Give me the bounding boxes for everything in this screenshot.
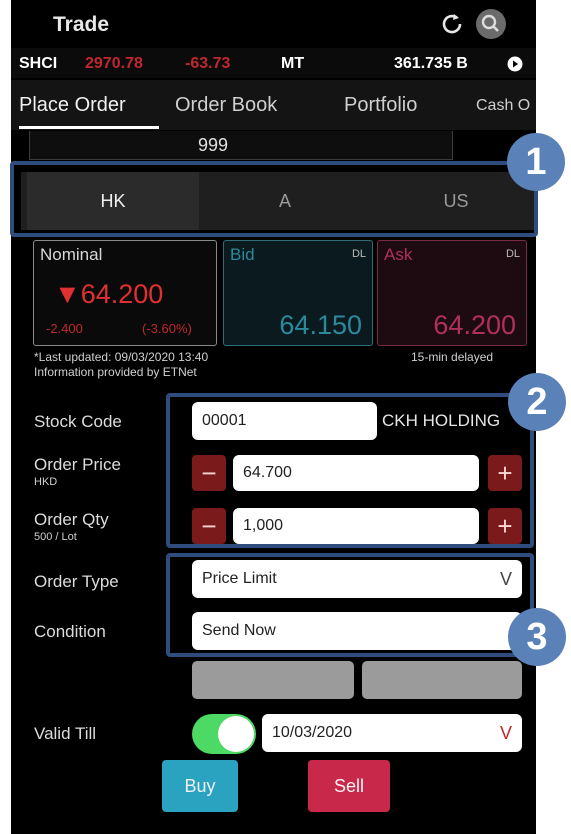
ticker-index: 2970.78	[85, 55, 143, 72]
bid-dl: DL	[351, 248, 366, 260]
callout-badge-3: 3	[508, 608, 566, 666]
delay-notice: 15-min delayed	[411, 350, 494, 364]
tab-cash[interactable]: Cash O	[476, 97, 530, 115]
order-type-label: Order Type	[34, 572, 119, 591]
ask-dl: DL	[505, 248, 520, 260]
chevron-down-icon: V	[499, 722, 512, 743]
callout-badge-1: 1	[507, 133, 565, 191]
order-qty-label: Order Qty	[34, 510, 109, 529]
bid-card: Bid DL 64.150	[223, 240, 373, 346]
play-icon[interactable]	[507, 56, 523, 72]
tab-bar: Place Order Order Book Portfolio Cash O	[11, 80, 536, 130]
callout-box-2	[166, 393, 534, 548]
code-bar-value: 999	[198, 135, 229, 155]
bid-label: Bid	[230, 245, 255, 264]
blank-button-left[interactable]	[192, 661, 354, 699]
tab-place-order[interactable]: Place Order	[19, 94, 126, 117]
order-qty-lot: 500 / Lot	[34, 531, 77, 543]
callout-box-3	[166, 553, 534, 657]
stock-code-label: Stock Code	[34, 412, 122, 431]
nominal-label: Nominal	[40, 245, 103, 264]
app-title: Trade	[53, 13, 110, 36]
ask-label: Ask	[384, 245, 413, 264]
index-ticker: SHCI 2970.78 -63.73 MT 361.735 B	[11, 48, 536, 78]
code-bar[interactable]: 999	[29, 131, 453, 160]
valid-till-value: 10/03/2020	[272, 724, 353, 741]
valid-till-toggle[interactable]	[192, 714, 256, 754]
valid-till-select[interactable]: 10/03/2020 V	[262, 714, 522, 752]
last-updated: *Last updated: 09/03/2020 13:40	[34, 350, 209, 364]
nominal-value: ▼64.200	[54, 279, 164, 309]
blank-button-right[interactable]	[362, 661, 522, 699]
search-icon	[481, 14, 499, 32]
toggle-knob	[218, 716, 254, 752]
nominal-card: Nominal ▼64.200 -2.400 (-3.60%)	[33, 240, 217, 346]
tab-order-book[interactable]: Order Book	[175, 94, 277, 117]
buy-button[interactable]: Buy	[162, 760, 238, 812]
valid-till-label: Valid Till	[34, 724, 97, 743]
order-price-label: Order Price	[34, 455, 121, 474]
sell-button[interactable]: Sell	[308, 760, 390, 812]
callout-box-1	[10, 161, 538, 237]
ask-card: Ask DL 64.200	[377, 240, 527, 346]
bid-value: 64.150	[279, 310, 362, 340]
ticker-change: -63.73	[185, 55, 231, 72]
order-price-unit: HKD	[34, 476, 58, 488]
nominal-change: -2.400	[46, 321, 83, 336]
condition-label: Condition	[34, 622, 106, 641]
refresh-icon[interactable]	[438, 10, 466, 38]
search-button[interactable]	[476, 9, 506, 39]
active-tab-indicator	[19, 126, 159, 129]
tab-portfolio[interactable]: Portfolio	[344, 94, 417, 117]
callout-badge-2: 2	[508, 373, 566, 431]
data-provider: Information provided by ETNet	[34, 365, 197, 379]
ticker-symbol: SHCI	[19, 55, 58, 72]
ask-value: 64.200	[433, 310, 516, 340]
nominal-percent: (-3.60%)	[142, 321, 192, 336]
ticker-turnover: 361.735 B	[394, 55, 468, 72]
ticker-market: MT	[281, 55, 305, 72]
